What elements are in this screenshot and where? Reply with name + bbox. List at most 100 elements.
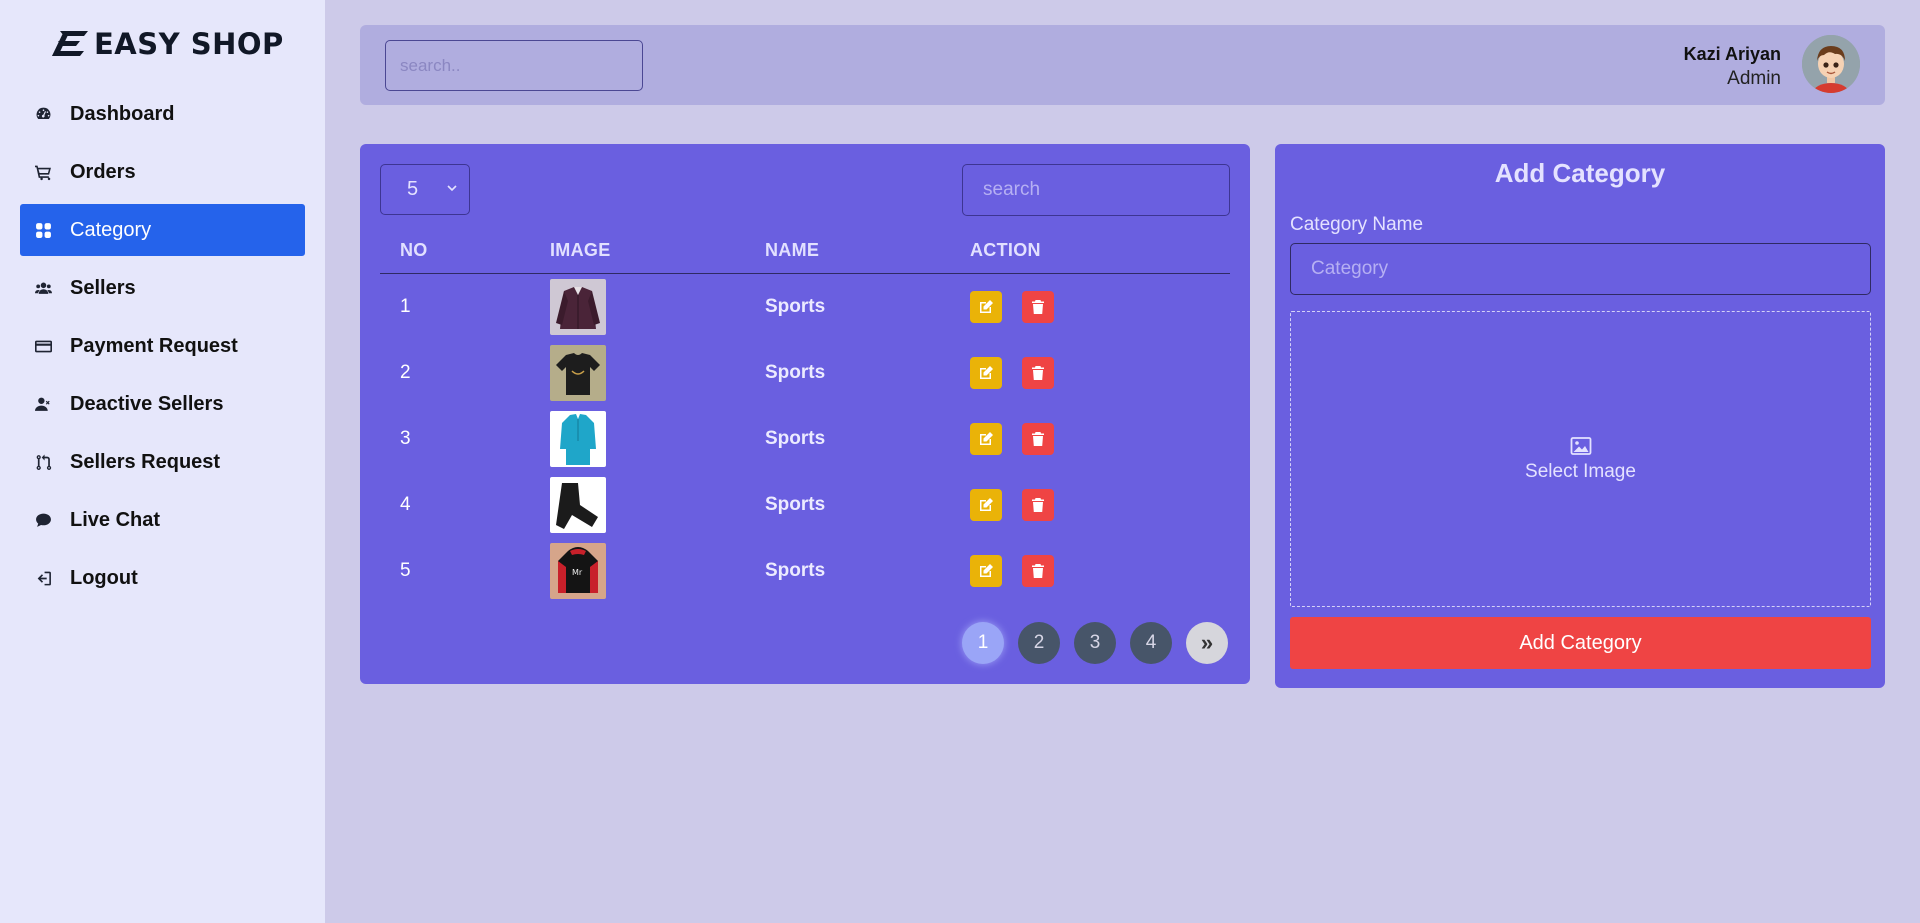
category-table-panel: 5 NO IMAGE NAME ACTION 1 Sports 2 Sports xyxy=(360,144,1250,684)
sidebar-item-sellers-request[interactable]: Sellers Request xyxy=(20,436,305,488)
category-image-black-red-hoodie: Mr xyxy=(550,543,606,599)
user-name: Kazi Ariyan xyxy=(1683,44,1781,64)
delete-button[interactable] xyxy=(1022,357,1054,389)
git-pull-request-icon xyxy=(34,453,52,471)
sidebar-item-payment-request[interactable]: Payment Request xyxy=(20,320,305,372)
edit-icon xyxy=(980,300,993,313)
grid-icon xyxy=(34,221,52,239)
sidebar-nav: Dashboard Orders Category Sellers Paymen… xyxy=(20,88,305,610)
trash-icon xyxy=(1032,366,1044,380)
table-row: 3 Sports xyxy=(380,406,1230,472)
chevron-down-icon xyxy=(447,185,457,192)
category-name: Sports xyxy=(765,428,826,449)
user-x-icon xyxy=(34,395,52,413)
image-dropzone[interactable]: Select Image xyxy=(1290,311,1871,607)
sidebar-item-label: Sellers xyxy=(70,276,136,299)
sidebar: EASY SHOP Dashboard Orders Category Sell… xyxy=(0,0,325,923)
header-search-input[interactable] xyxy=(385,40,643,91)
users-icon xyxy=(34,279,52,297)
edit-button[interactable] xyxy=(970,555,1002,587)
per-page-select[interactable]: 5 xyxy=(380,164,470,215)
sidebar-item-sellers[interactable]: Sellers xyxy=(20,262,305,314)
delete-button[interactable] xyxy=(1022,555,1054,587)
trash-icon xyxy=(1032,432,1044,446)
sidebar-item-category[interactable]: Category xyxy=(20,204,305,256)
user-info[interactable]: Kazi Ariyan Admin xyxy=(1684,42,1781,92)
chat-icon xyxy=(34,511,52,529)
sidebar-item-live-chat[interactable]: Live Chat xyxy=(20,494,305,546)
category-name: Sports xyxy=(765,494,826,515)
next-page-button[interactable]: » xyxy=(1186,622,1228,664)
row-number: 1 xyxy=(400,296,411,317)
edit-button[interactable] xyxy=(970,423,1002,455)
sidebar-item-deactive-sellers[interactable]: Deactive Sellers xyxy=(20,378,305,430)
sidebar-item-logout[interactable]: Logout xyxy=(20,552,305,604)
logo[interactable]: EASY SHOP xyxy=(50,26,284,62)
category-image-blue-kurta xyxy=(550,411,606,467)
category-name: Sports xyxy=(765,362,826,383)
delete-button[interactable] xyxy=(1022,489,1054,521)
brand-name: EASY SHOP xyxy=(94,27,284,61)
category-image-black-pants xyxy=(550,477,606,533)
sidebar-item-label: Deactive Sellers xyxy=(70,392,224,415)
cart-icon xyxy=(34,163,52,181)
sidebar-item-label: Dashboard xyxy=(70,102,175,125)
row-number: 3 xyxy=(400,428,411,449)
logout-icon xyxy=(34,569,52,587)
edit-icon xyxy=(980,366,993,379)
delete-button[interactable] xyxy=(1022,291,1054,323)
column-header-no: NO xyxy=(400,240,428,260)
row-number: 2 xyxy=(400,362,411,383)
edit-button[interactable] xyxy=(970,489,1002,521)
sidebar-item-label: Live Chat xyxy=(70,508,161,531)
sidebar-item-label: Sellers Request xyxy=(70,450,221,473)
sidebar-item-orders[interactable]: Orders xyxy=(20,146,305,198)
add-category-title: Add Category xyxy=(1494,158,1666,188)
trash-icon xyxy=(1032,564,1044,578)
sidebar-item-label: Logout xyxy=(70,566,138,589)
sidebar-item-label: Category xyxy=(70,218,152,241)
page-button-2[interactable]: 2 xyxy=(1018,622,1060,664)
image-icon xyxy=(1570,437,1591,455)
sidebar-item-label: Payment Request xyxy=(70,334,238,357)
add-category-panel: Add Category Category Name Select Image … xyxy=(1275,144,1885,688)
svg-text:Mr: Mr xyxy=(572,568,583,577)
category-name-label: Category Name xyxy=(1290,214,1424,235)
column-header-action: ACTION xyxy=(970,240,1041,260)
table-header: NO IMAGE NAME ACTION xyxy=(380,234,1230,274)
avatar-illustration xyxy=(1802,35,1860,93)
category-image-purple-shirt xyxy=(550,279,606,335)
pagination: 1 2 3 4 » xyxy=(962,622,1228,666)
trash-icon xyxy=(1032,300,1044,314)
category-name: Sports xyxy=(765,560,826,581)
edit-button[interactable] xyxy=(970,291,1002,323)
row-number: 4 xyxy=(400,494,411,515)
page-button-4[interactable]: 4 xyxy=(1130,622,1172,664)
table-row: 5 Mr Sports xyxy=(380,538,1230,604)
category-name: Sports xyxy=(765,296,826,317)
trash-icon xyxy=(1032,498,1044,512)
column-header-name: NAME xyxy=(765,240,820,260)
add-category-button[interactable]: Add Category xyxy=(1290,617,1871,669)
edit-icon xyxy=(980,564,993,577)
category-name-input[interactable] xyxy=(1290,243,1871,295)
table-row: 2 Sports xyxy=(380,340,1230,406)
edit-button[interactable] xyxy=(970,357,1002,389)
table-body: 1 Sports 2 Sports 3 Sports 4 Sports 5 Mr… xyxy=(380,274,1230,604)
edit-icon xyxy=(980,498,993,511)
user-role: Admin xyxy=(1727,68,1781,89)
delete-button[interactable] xyxy=(1022,423,1054,455)
dropzone-content: Select Image xyxy=(1291,436,1870,483)
sidebar-item-label: Orders xyxy=(70,160,136,183)
row-number: 5 xyxy=(400,560,411,581)
page-button-1[interactable]: 1 xyxy=(962,622,1004,664)
top-header: Kazi Ariyan Admin xyxy=(360,25,1885,105)
page-button-3[interactable]: 3 xyxy=(1074,622,1116,664)
edit-icon xyxy=(980,432,993,445)
table-search-input[interactable] xyxy=(962,164,1230,216)
category-image-black-tshirt xyxy=(550,345,606,401)
sidebar-item-dashboard[interactable]: Dashboard xyxy=(20,88,305,140)
table-row: 4 Sports xyxy=(380,472,1230,538)
avatar[interactable] xyxy=(1802,35,1860,93)
gauge-icon xyxy=(34,105,52,123)
